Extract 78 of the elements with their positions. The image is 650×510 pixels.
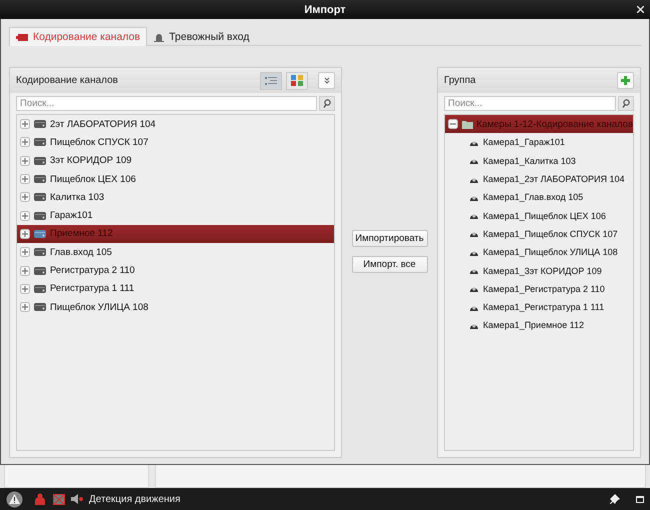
recorder-icon <box>34 212 46 220</box>
device-row[interactable]: Пищеблок СПУСК 107 <box>17 133 334 152</box>
search-field[interactable]: Поиск... <box>444 96 616 111</box>
device-row[interactable]: Пищеблок ЦЕХ 106 <box>17 170 334 188</box>
camera-row[interactable]: Камера1_3эт КОРИДОР 109 <box>445 261 633 280</box>
panel-title: Кодирование каналов <box>16 75 119 86</box>
recorder-icon <box>34 266 46 275</box>
chevron-icon <box>324 77 330 84</box>
window-icon[interactable] <box>636 496 644 502</box>
alarm-icon <box>154 32 164 42</box>
search-icon <box>622 99 630 108</box>
tab[interactable]: Тревожный вход <box>147 27 256 46</box>
plus-icon <box>621 76 630 85</box>
alarm-text: Детекция движения <box>89 494 182 504</box>
device-row[interactable]: Регистратура 1 111 <box>17 280 334 298</box>
expand-toggle[interactable] <box>20 247 30 258</box>
expand-toggle[interactable] <box>20 156 30 166</box>
warning-icon[interactable] <box>6 490 23 508</box>
recorder-icon <box>34 248 46 256</box>
expand-toggle[interactable] <box>20 174 30 184</box>
tab-label: Кодирование каналов <box>33 31 140 43</box>
search-field[interactable]: Поиск... <box>16 96 317 111</box>
device-row[interactable]: Пищеблок УЛИЦА 108 <box>17 298 334 316</box>
expand-toggle[interactable] <box>20 228 30 239</box>
search-button[interactable] <box>618 96 634 111</box>
camera-row[interactable]: Камера1_Калитка 103 <box>445 152 633 170</box>
camera-row[interactable]: Камера1_Пищеблок УЛИЦА 108 <box>445 243 633 262</box>
tab-label: Тревожный вход <box>169 31 250 43</box>
recorder-icon <box>34 303 46 312</box>
expand-toggle[interactable] <box>20 192 30 202</box>
camera-row[interactable]: Камера1_Пищеблок ЦЕХ 106 <box>445 206 633 225</box>
view-mode-button[interactable] <box>286 72 308 90</box>
device-row[interactable]: Гараж101 <box>17 206 334 225</box>
recorder-icon <box>34 120 46 128</box>
search-button[interactable] <box>319 96 335 111</box>
close-icon[interactable] <box>637 6 644 13</box>
device-row[interactable]: Глав.вход 105 <box>17 243 334 262</box>
user-alert-icon[interactable] <box>35 493 47 505</box>
camera-row[interactable]: Камера1_Приемное 112 <box>445 316 633 335</box>
expand-toggle[interactable] <box>20 266 30 276</box>
recorder-icon <box>34 138 46 146</box>
device-row[interactable]: Регистратура 2 110 <box>17 261 334 280</box>
recorder-icon <box>34 284 46 293</box>
camera-row[interactable]: Камера1_Регистратура 2 110 <box>445 280 633 298</box>
camera-row[interactable]: Камера1_2эт ЛАБОРАТОРИЯ 104 <box>445 170 633 188</box>
window-title: Импорт <box>304 4 346 16</box>
camera-icon <box>16 34 28 40</box>
collapse-toggle[interactable] <box>448 119 458 130</box>
speaker-icon[interactable] <box>71 494 83 504</box>
video-alert-icon[interactable] <box>53 494 65 504</box>
pin-icon[interactable] <box>610 494 620 504</box>
recorder-icon <box>34 230 46 238</box>
recorder-icon <box>34 175 46 184</box>
camera-row[interactable]: Камера1_Пищеблок СПУСК 107 <box>445 224 633 244</box>
import-button[interactable]: Импортировать <box>352 230 428 247</box>
search-icon <box>323 99 331 108</box>
add-button[interactable] <box>617 72 634 89</box>
collapse-button[interactable] <box>318 72 335 89</box>
tab[interactable]: Кодирование каналов <box>9 27 148 46</box>
import-button[interactable]: Импорт. все <box>352 256 428 273</box>
recorder-icon <box>34 193 46 202</box>
device-row[interactable]: 2эт ЛАБОРАТОРИЯ 104 <box>17 115 334 134</box>
device-row[interactable]: 3эт КОРИДОР 109 <box>17 152 334 170</box>
expand-toggle[interactable] <box>20 119 30 130</box>
view-mode-button[interactable] <box>260 72 282 90</box>
device-row[interactable]: Калитка 103 <box>17 188 334 206</box>
list-view-icon <box>265 76 277 86</box>
expand-toggle[interactable] <box>20 284 30 294</box>
expand-toggle[interactable] <box>20 302 30 312</box>
recorder-icon <box>34 156 46 165</box>
panel-title: Группа <box>444 75 477 86</box>
folder-icon <box>462 120 473 129</box>
camera-row[interactable]: Камера1_Регистратура 1 111 <box>445 298 633 316</box>
expand-toggle[interactable] <box>20 210 30 221</box>
camera-row[interactable]: Камера1_Гараж101 <box>445 133 633 152</box>
grid-view-icon <box>291 75 303 86</box>
camera-row[interactable]: Камера1_Глав.вход 105 <box>445 188 633 206</box>
expand-toggle[interactable] <box>20 137 30 148</box>
